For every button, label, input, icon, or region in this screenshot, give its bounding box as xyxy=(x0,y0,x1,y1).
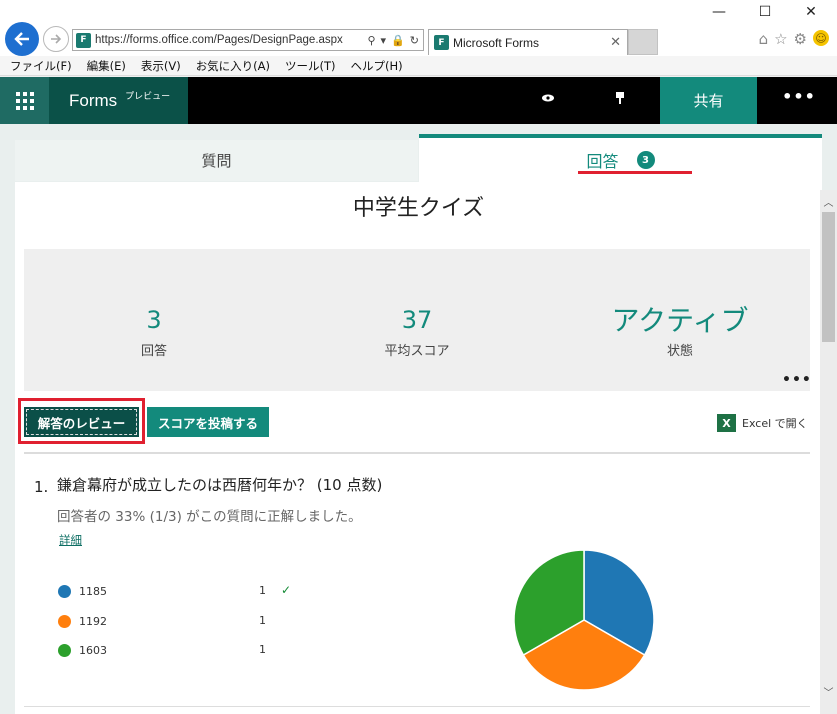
preview-label: プレビュー xyxy=(125,92,171,102)
annotation-underline xyxy=(578,171,692,174)
status-value: アクティブ xyxy=(611,304,749,337)
excel-icon: X xyxy=(717,414,736,432)
window-controls: — ☐ ✕ xyxy=(696,4,834,20)
open-in-excel-button[interactable]: X Excel で開く xyxy=(717,414,808,432)
details-link[interactable]: 詳細 xyxy=(59,532,82,548)
browser-tab[interactable]: F Microsoft Forms ✕ xyxy=(428,29,628,55)
lock-icon[interactable]: 🔒 xyxy=(391,34,405,47)
theme-brush-icon[interactable] xyxy=(614,91,626,109)
browser-toolbar-icons: ⌂ ☆ ⚙ ☺ xyxy=(759,30,829,48)
question-summary: 回答者の 33% (1/3) がこの質問に正解しました。 xyxy=(57,509,362,525)
forms-favicon-icon: F xyxy=(76,32,91,48)
tab-responses[interactable]: 回答 3 xyxy=(419,134,822,182)
forward-button[interactable] xyxy=(43,26,69,52)
legend-dot xyxy=(58,584,71,598)
dropdown-icon[interactable]: ▾ xyxy=(381,34,387,47)
question-text: 鎌倉幕府が成立したのは西暦何年か？ (10 点数) xyxy=(57,476,383,494)
settings-gear-icon[interactable]: ⚙ xyxy=(794,30,807,48)
legend-dot xyxy=(58,614,71,628)
menu-file[interactable]: ファイル(F) xyxy=(10,58,72,74)
avg-score-label: 平均スコア xyxy=(384,344,450,359)
form-title: 中学生クイズ xyxy=(352,196,485,221)
brand: Forms プレビュー xyxy=(49,77,188,124)
legend-item: 1185 xyxy=(58,584,107,598)
responses-count-label: 回答 xyxy=(140,344,167,359)
responses-count-badge: 3 xyxy=(636,151,655,169)
close-tab-icon[interactable]: ✕ xyxy=(610,35,621,50)
option-count: 1 xyxy=(259,584,266,597)
review-answers-button[interactable]: 解答のレビュー xyxy=(24,407,139,437)
back-button[interactable] xyxy=(5,22,39,56)
more-options-button[interactable]: ••• xyxy=(774,87,824,113)
app-launcher-waffle-icon[interactable] xyxy=(0,77,49,124)
new-tab-button[interactable] xyxy=(628,29,658,55)
option-count: 1 xyxy=(259,643,266,656)
open-in-excel-label: Excel で開く xyxy=(742,417,808,430)
scroll-down-icon[interactable]: ﹀ xyxy=(820,684,837,699)
feedback-smiley-icon[interactable]: ☺ xyxy=(813,30,829,46)
brand-name: Forms xyxy=(69,90,118,110)
menu-help[interactable]: ヘルプ(H) xyxy=(351,58,403,74)
forms-favicon-icon: F xyxy=(434,35,449,50)
option-count: 1 xyxy=(259,614,266,627)
menu-tools[interactable]: ツール(T) xyxy=(285,58,336,74)
legend-label: 1603 xyxy=(79,643,107,657)
section-divider xyxy=(24,452,810,454)
legend-item: 1603 xyxy=(58,643,107,657)
legend-label: 1192 xyxy=(79,614,107,628)
section-divider xyxy=(24,706,810,707)
response-pie-chart xyxy=(513,549,655,691)
maximize-icon[interactable]: ☐ xyxy=(742,4,788,20)
menu-favorites[interactable]: お気に入り(A) xyxy=(196,58,270,74)
stats-more-button[interactable]: ••• xyxy=(782,372,812,388)
minimize-icon[interactable]: — xyxy=(696,4,742,20)
refresh-icon[interactable]: ↻ xyxy=(410,34,419,47)
arrow-left-icon xyxy=(14,32,29,46)
home-icon[interactable]: ⌂ xyxy=(759,30,769,48)
url-text[interactable]: https://forms.office.com/Pages/DesignPag… xyxy=(95,34,360,46)
menu-edit[interactable]: 編集(E) xyxy=(87,58,126,74)
menu-bar: ファイル(F) 編集(E) 表示(V) お気に入り(A) ツール(T) ヘルプ(… xyxy=(0,56,837,76)
post-scores-button[interactable]: スコアを投稿する xyxy=(147,407,269,437)
tab-questions[interactable]: 質問 xyxy=(15,140,418,181)
scroll-up-icon[interactable]: ︿ xyxy=(820,194,837,209)
address-bar[interactable]: F https://forms.office.com/Pages/DesignP… xyxy=(72,29,424,51)
legend-label: 1185 xyxy=(79,584,107,598)
search-icon[interactable]: ⚲ xyxy=(367,34,375,47)
legend-dot xyxy=(58,643,71,657)
tab-title: Microsoft Forms xyxy=(453,35,540,50)
legend-item: 1192 xyxy=(58,614,107,628)
scrollbar-thumb[interactable] xyxy=(822,212,835,342)
favorites-star-icon[interactable]: ☆ xyxy=(774,30,787,48)
question-number: 1. xyxy=(34,478,49,496)
menu-view[interactable]: 表示(V) xyxy=(141,58,181,74)
arrow-right-icon xyxy=(51,34,62,44)
forms-app-bar: Forms プレビュー 共有 ••• xyxy=(0,77,837,124)
close-window-icon[interactable]: ✕ xyxy=(788,4,834,20)
preview-eye-icon[interactable] xyxy=(541,91,555,109)
status-label: 状態 xyxy=(666,344,693,359)
tab-responses-label: 回答 xyxy=(586,152,619,171)
responses-count-value: 3 xyxy=(146,306,162,334)
correct-check-icon: ✓ xyxy=(281,583,292,597)
share-button[interactable]: 共有 xyxy=(660,77,757,124)
avg-score-value: 37 xyxy=(401,306,433,334)
